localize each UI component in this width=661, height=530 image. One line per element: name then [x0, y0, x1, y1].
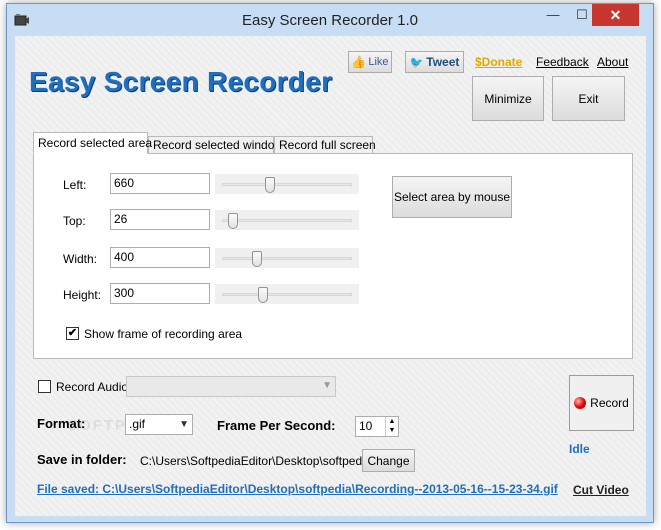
- exit-button[interactable]: Exit: [552, 76, 625, 121]
- tab-record-selected-window[interactable]: Record selected window: [148, 136, 283, 154]
- show-frame-checkbox[interactable]: ✔: [66, 327, 79, 340]
- format-select[interactable]: .gif ▼: [125, 414, 193, 435]
- spin-up-icon[interactable]: ▲: [386, 417, 398, 426]
- record-dot-icon: [574, 397, 587, 409]
- cut-video-link[interactable]: Cut Video: [573, 483, 629, 497]
- top-label: Top:: [63, 214, 86, 228]
- spin-buttons[interactable]: ▲ ▼: [385, 417, 398, 436]
- status-text: Idle: [569, 442, 590, 456]
- show-frame-label: Show frame of recording area: [84, 327, 243, 341]
- slider-thumb[interactable]: [265, 177, 276, 193]
- left-slider[interactable]: [215, 174, 359, 194]
- record-audio-label: Record Audio: [56, 380, 129, 394]
- fps-value: 10: [359, 419, 373, 433]
- tweet-button[interactable]: 🐦 Tweet: [405, 51, 464, 73]
- spin-down-icon[interactable]: ▼: [386, 426, 398, 435]
- width-input[interactable]: 400: [110, 247, 210, 268]
- window-minimize-button[interactable]: —: [539, 4, 567, 26]
- checkmark-icon: ✔: [67, 327, 78, 339]
- slider-track: [222, 183, 352, 186]
- slider-thumb[interactable]: [252, 251, 262, 267]
- main-client-area: Easy Screen Recorder 👍 Like 🐦 Tweet $Don…: [15, 36, 646, 516]
- facebook-like-button[interactable]: 👍 Like: [348, 51, 392, 73]
- slider-track: [222, 219, 352, 222]
- window-close-button[interactable]: ✕: [592, 4, 639, 26]
- top-slider[interactable]: [215, 210, 359, 230]
- slider-track: [222, 293, 352, 296]
- top-input[interactable]: 26: [110, 209, 210, 230]
- record-audio-checkbox[interactable]: [38, 380, 51, 393]
- select-area-by-mouse-button[interactable]: Select area by mouse: [392, 176, 512, 218]
- about-link[interactable]: About: [597, 55, 628, 69]
- like-label: Like: [368, 56, 389, 68]
- format-value: .gif: [129, 417, 146, 431]
- donate-link[interactable]: $Donate: [475, 55, 522, 69]
- height-slider[interactable]: [215, 284, 359, 304]
- width-slider[interactable]: [215, 248, 359, 268]
- save-folder-label: Save in folder:: [37, 452, 127, 467]
- height-label: Height:: [63, 288, 102, 302]
- format-label: Format:: [37, 416, 86, 431]
- save-folder-path: C:\Users\SoftpediaEditor\Desktop\softped…: [140, 454, 372, 468]
- slider-thumb[interactable]: [228, 213, 238, 229]
- file-saved-link[interactable]: File saved: C:\Users\SoftpediaEditor\Des…: [37, 482, 558, 496]
- app-window: Easy Screen Recorder 1.0 — ☐ ✕ Easy Scre…: [6, 3, 654, 523]
- audio-device-select[interactable]: ▼: [126, 376, 336, 397]
- slider-track: [222, 257, 352, 260]
- chevron-down-icon: ▼: [322, 380, 332, 391]
- twitter-bird-icon: 🐦: [409, 56, 424, 69]
- fps-stepper[interactable]: 10 ▲ ▼: [355, 416, 399, 437]
- minimize-button[interactable]: Minimize: [472, 76, 544, 121]
- tweet-label: Tweet: [426, 55, 460, 69]
- fps-label: Frame Per Second:: [217, 418, 336, 433]
- height-input[interactable]: 300: [110, 283, 210, 304]
- record-button[interactable]: Record: [569, 375, 634, 431]
- tab-record-full-screen[interactable]: Record full screen: [274, 136, 376, 154]
- chevron-down-icon: ▼: [179, 419, 189, 430]
- thumbs-up-icon: 👍: [351, 55, 367, 69]
- slider-thumb[interactable]: [258, 287, 268, 303]
- left-label: Left:: [63, 178, 87, 192]
- width-label: Width:: [63, 252, 98, 266]
- tab-record-selected-area[interactable]: Record selected area: [33, 132, 152, 154]
- title-bar[interactable]: Easy Screen Recorder 1.0 — ☐ ✕: [7, 4, 653, 36]
- app-logo: Easy Screen Recorder: [29, 66, 333, 97]
- selected-area-panel: Left: 660 Top: 26 Width: 400 Height: 300: [33, 153, 633, 359]
- feedback-link[interactable]: Feedback: [536, 55, 589, 69]
- left-input[interactable]: 660: [110, 173, 210, 194]
- record-label: Record: [590, 396, 629, 410]
- change-folder-button[interactable]: Change: [362, 449, 415, 472]
